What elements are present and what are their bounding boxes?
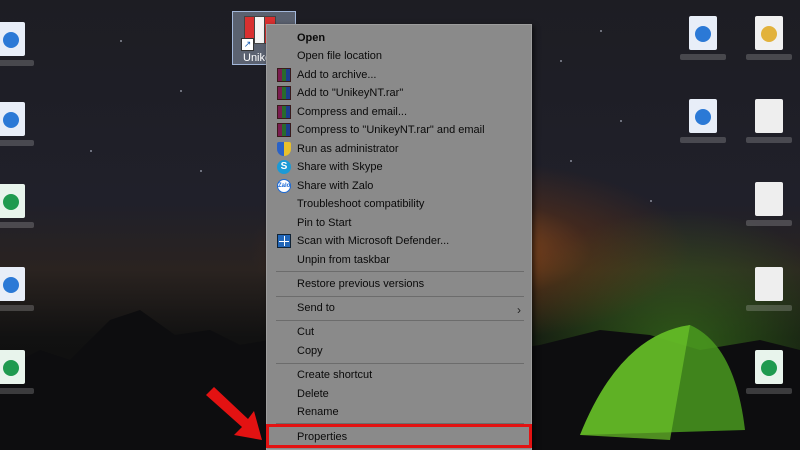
- menu-separator: [276, 296, 524, 297]
- menu-item-compress-to-rar-and-email[interactable]: Compress to "UnikeyNT.rar" and email: [267, 121, 531, 139]
- menu-item-copy[interactable]: Copy: [267, 342, 531, 360]
- menu-item-run-as-administrator[interactable]: Run as administrator: [267, 140, 531, 158]
- menu-item-add-to-archive[interactable]: Add to archive...: [267, 66, 531, 84]
- menu-item-pin-to-start[interactable]: Pin to Start: [267, 214, 531, 232]
- menu-item-share-with-skype[interactable]: S Share with Skype: [267, 158, 531, 176]
- desktop-icon-file[interactable]: [746, 180, 792, 226]
- desktop-icon-word[interactable]: [680, 97, 726, 143]
- menu-item-open[interactable]: Open: [267, 29, 531, 47]
- chevron-right-icon: ›: [517, 303, 521, 317]
- properties-highlight-box: [266, 424, 532, 448]
- menu-item-delete[interactable]: Delete: [267, 385, 531, 403]
- menu-separator: [276, 271, 524, 272]
- winrar-icon: [277, 123, 291, 137]
- desktop-icon-excel[interactable]: [0, 182, 34, 228]
- menu-separator: [276, 320, 524, 321]
- menu-item-scan-with-defender[interactable]: Scan with Microsoft Defender...: [267, 232, 531, 250]
- menu-item-rename[interactable]: Rename: [267, 403, 531, 421]
- uac-shield-icon: [277, 142, 291, 156]
- desktop-icon-file[interactable]: [746, 97, 792, 143]
- tent-illustration: [580, 325, 745, 440]
- zalo-icon: Zalo: [277, 179, 291, 193]
- red-arrow-annotation: [206, 387, 262, 440]
- menu-item-open-file-location[interactable]: Open file location: [267, 47, 531, 65]
- menu-item-send-to[interactable]: Send to ›: [267, 299, 531, 317]
- desktop-icon-file[interactable]: [746, 265, 792, 311]
- menu-item-troubleshoot-compatibility[interactable]: Troubleshoot compatibility: [267, 195, 531, 213]
- context-menu: Open Open file location Add to archive..…: [266, 24, 532, 450]
- menu-item-create-shortcut[interactable]: Create shortcut: [267, 366, 531, 384]
- winrar-icon: [277, 86, 291, 100]
- menu-item-unpin-from-taskbar[interactable]: Unpin from taskbar: [267, 251, 531, 269]
- desktop-icon-drive[interactable]: [746, 14, 792, 60]
- desktop-icon-word[interactable]: [680, 14, 726, 60]
- menu-item-add-to-rar[interactable]: Add to "UnikeyNT.rar": [267, 84, 531, 102]
- winrar-icon: [277, 68, 291, 82]
- skype-icon: S: [277, 160, 291, 174]
- winrar-icon: [277, 105, 291, 119]
- desktop-icon-word[interactable]: [0, 20, 34, 66]
- desktop-icon-excel[interactable]: [746, 348, 792, 394]
- defender-icon: [277, 234, 291, 248]
- desktop-icon-word[interactable]: [0, 265, 34, 311]
- menu-item-compress-and-email[interactable]: Compress and email...: [267, 103, 531, 121]
- menu-item-share-with-zalo[interactable]: Zalo Share with Zalo: [267, 177, 531, 195]
- menu-item-restore-previous-versions[interactable]: Restore previous versions: [267, 275, 531, 293]
- menu-item-cut[interactable]: Cut: [267, 323, 531, 341]
- shortcut-arrow-icon: ↗: [241, 38, 254, 51]
- desktop-icon-word[interactable]: [0, 100, 34, 146]
- desktop-icon-excel[interactable]: [0, 348, 34, 394]
- menu-separator: [276, 363, 524, 364]
